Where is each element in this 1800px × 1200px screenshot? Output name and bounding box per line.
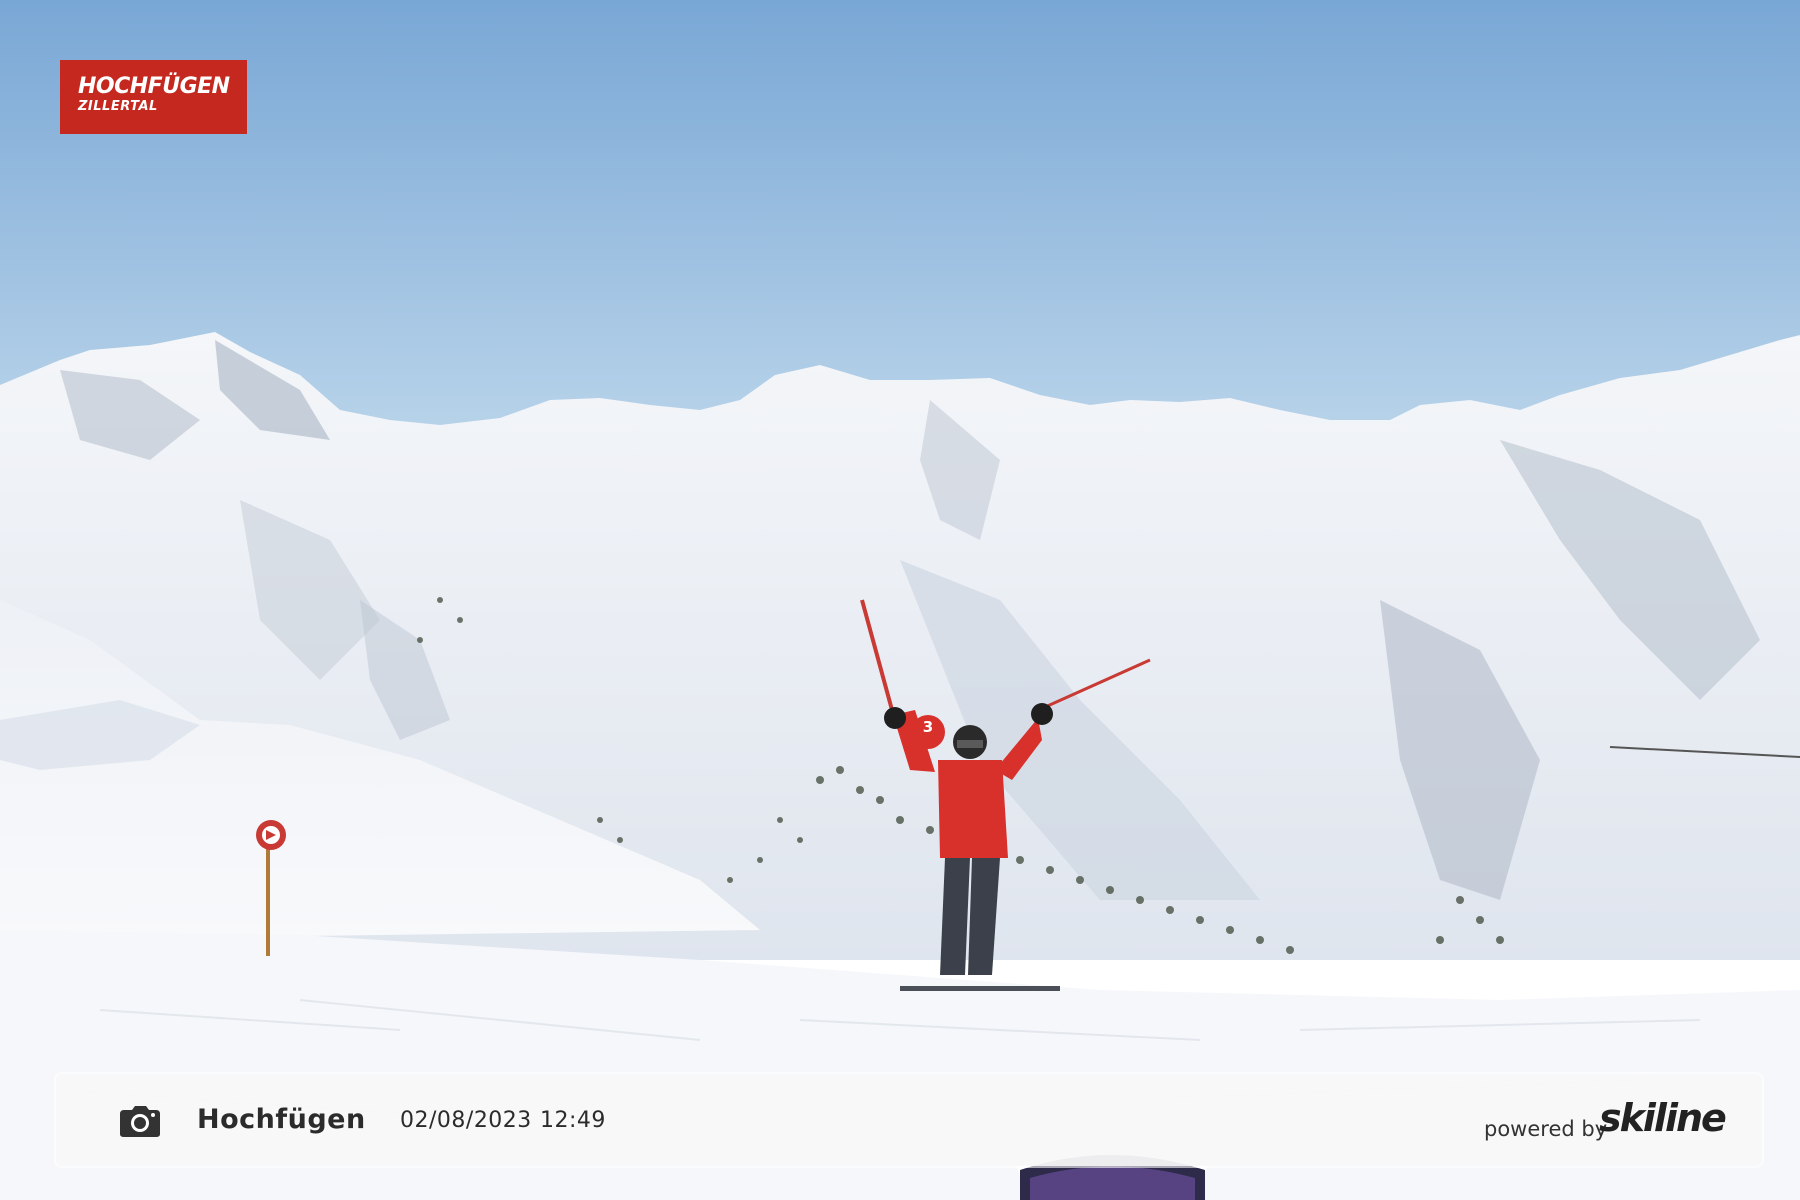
powered-by-text: powered by	[1484, 1117, 1608, 1141]
location-name: Hochfügen	[197, 1104, 366, 1135]
capture-time: 12:49	[540, 1108, 606, 1133]
hochfuegen-logo: HOCHFÜGEN ZILLERTAL	[60, 60, 247, 134]
pole-sign-number: 3	[922, 718, 934, 736]
capture-date: 02/08/2023	[400, 1108, 532, 1133]
webcam-photo	[0, 0, 1800, 1200]
logo-title: HOCHFÜGEN	[78, 74, 230, 99]
logo-subtitle: ZILLERTAL	[78, 99, 158, 114]
info-bar: Hochfügen 02/08/2023 12:49 powered by sk…	[56, 1074, 1762, 1166]
camera-icon	[120, 1106, 160, 1137]
skiline-logo: skiline	[1599, 1096, 1727, 1140]
